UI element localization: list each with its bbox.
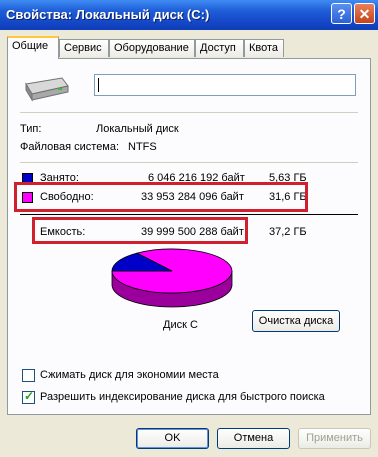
ok-button[interactable]: OK xyxy=(136,428,209,449)
tab-general[interactable]: Общие xyxy=(7,36,59,59)
help-button[interactable]: ? xyxy=(331,3,352,24)
type-label: Тип: xyxy=(20,123,42,135)
capacity-size: 37,2 ГБ xyxy=(269,226,307,238)
text-caret xyxy=(98,78,99,92)
tab-hardware[interactable]: Оборудование xyxy=(109,39,195,57)
disk-cleanup-button[interactable]: Очистка диска xyxy=(252,310,340,332)
index-label: Разрешить индексирование диска для быстр… xyxy=(40,391,325,403)
divider xyxy=(20,112,358,113)
tab-tools[interactable]: Сервис xyxy=(59,39,109,57)
index-checkbox[interactable]: ✓ xyxy=(22,389,35,404)
divider xyxy=(20,214,358,215)
title-bar: Свойства: Локальный диск (C:) ? ✕ xyxy=(0,0,378,30)
close-icon: ✕ xyxy=(358,6,371,22)
filesystem-label: Файловая система: xyxy=(20,141,120,153)
compress-label: Сжимать диск для экономии места xyxy=(40,369,219,381)
capacity-highlight-box xyxy=(32,217,248,244)
close-button[interactable]: ✕ xyxy=(354,3,375,24)
drive-caption: Диск C xyxy=(163,319,198,331)
filesystem-value: NTFS xyxy=(128,141,157,153)
free-highlight-box xyxy=(14,182,308,212)
divider xyxy=(20,162,358,163)
tab-sharing[interactable]: Доступ xyxy=(195,39,244,57)
help-icon: ? xyxy=(337,6,346,22)
checkmark-icon: ✓ xyxy=(24,389,35,403)
disk-name-input[interactable] xyxy=(94,74,356,96)
drive-icon xyxy=(25,77,69,102)
type-value: Локальный диск xyxy=(96,123,179,135)
disk-usage-pie-chart xyxy=(111,248,233,308)
tab-quota[interactable]: Квота xyxy=(244,39,284,57)
window-title: Свойства: Локальный диск (C:) xyxy=(6,7,210,22)
apply-button[interactable]: Применить xyxy=(298,428,371,449)
cancel-button[interactable]: Отмена xyxy=(217,428,290,449)
compress-checkbox[interactable] xyxy=(22,369,35,382)
